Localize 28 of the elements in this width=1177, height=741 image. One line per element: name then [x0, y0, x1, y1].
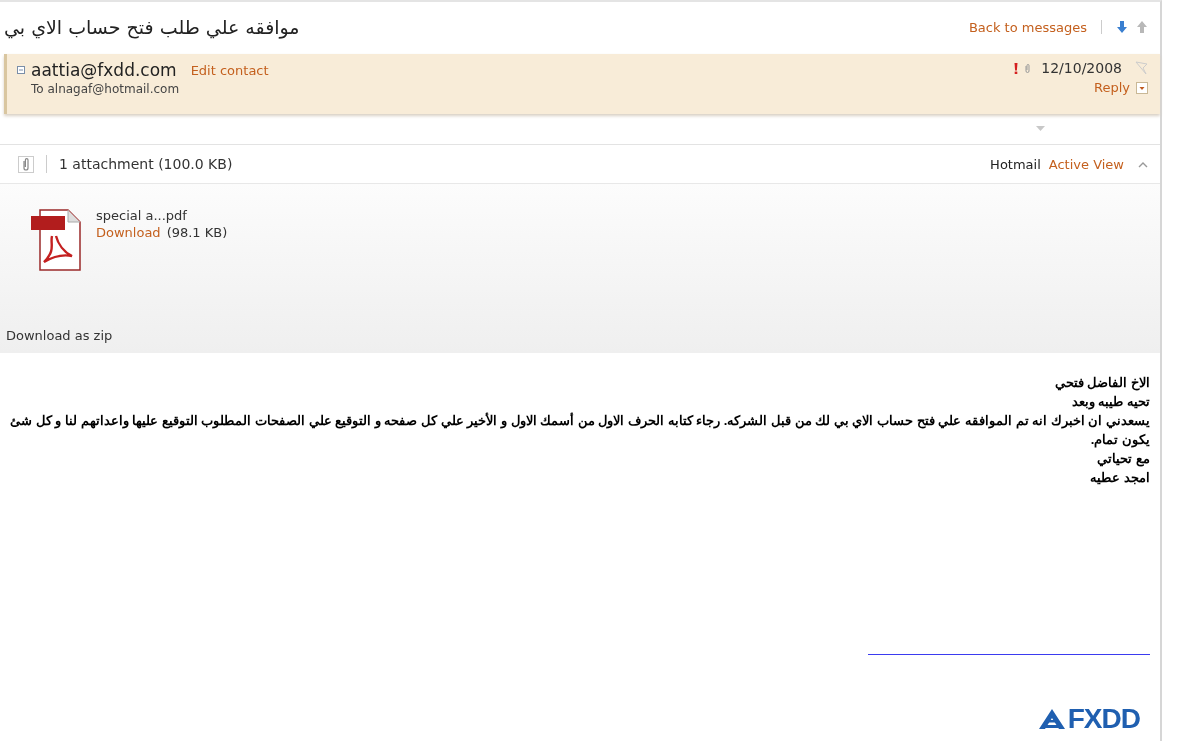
edit-contact-link[interactable]: Edit contact — [190, 62, 269, 78]
active-view-link[interactable]: Active View — [1048, 156, 1124, 172]
message-text: امجد عطيه — [1089, 469, 1150, 487]
logo-mark-icon — [1037, 708, 1066, 730]
message-text: الاخ الفاضل فتحي — [1053, 374, 1150, 392]
message-date: 12/10/2008 — [1041, 60, 1122, 76]
paperclip-icon — [18, 155, 34, 173]
file-name: special a...pdf — [96, 208, 188, 223]
logo-text: FXDD — [1067, 703, 1140, 735]
dropdown-icon[interactable] — [1136, 81, 1148, 94]
message-text: مع تحياتي — [1096, 450, 1150, 468]
download-link[interactable]: Download — [96, 225, 161, 240]
reply-link[interactable]: Reply — [1094, 80, 1130, 95]
back-link[interactable]: Back to messages — [968, 19, 1087, 35]
collapse-caret-icon[interactable] — [1138, 160, 1148, 168]
file-size: (98.1 KB) — [166, 225, 228, 240]
email-subject: موافقه علي طلب فتح حساب الاي بي — [4, 16, 300, 38]
expand-toggle-icon[interactable] — [1036, 126, 1045, 132]
download-zip-link[interactable]: Download as zip — [6, 328, 113, 343]
message-text: تحيه طيبه وبعد — [1070, 393, 1150, 411]
collapse-icon[interactable] — [17, 66, 25, 74]
message-text: يسعدني ان اخبرك انه تم الموافقه علي فتح حساب الاي بي لك من قبل الشركه. رجاء كتابه الحرف الاول من أسمك الاول و الأخير علي كل صفحه و التوقيع علي الصفحات المطلوب التوقيع عليها واعداتهم لنا و كل شئ يكون تمام. — [10, 411, 1150, 449]
up-arrow-icon[interactable] — [1136, 20, 1148, 34]
sender-address: aattia@fxdd.com — [31, 60, 177, 80]
hotmail-label: Hotmail — [990, 156, 1041, 172]
attachment-summary: 1 attachment (100.0 KB) — [59, 156, 233, 172]
down-arrow-icon[interactable] — [1116, 20, 1128, 34]
recipient-text: To alnagaf@hotmail.com — [30, 82, 181, 96]
